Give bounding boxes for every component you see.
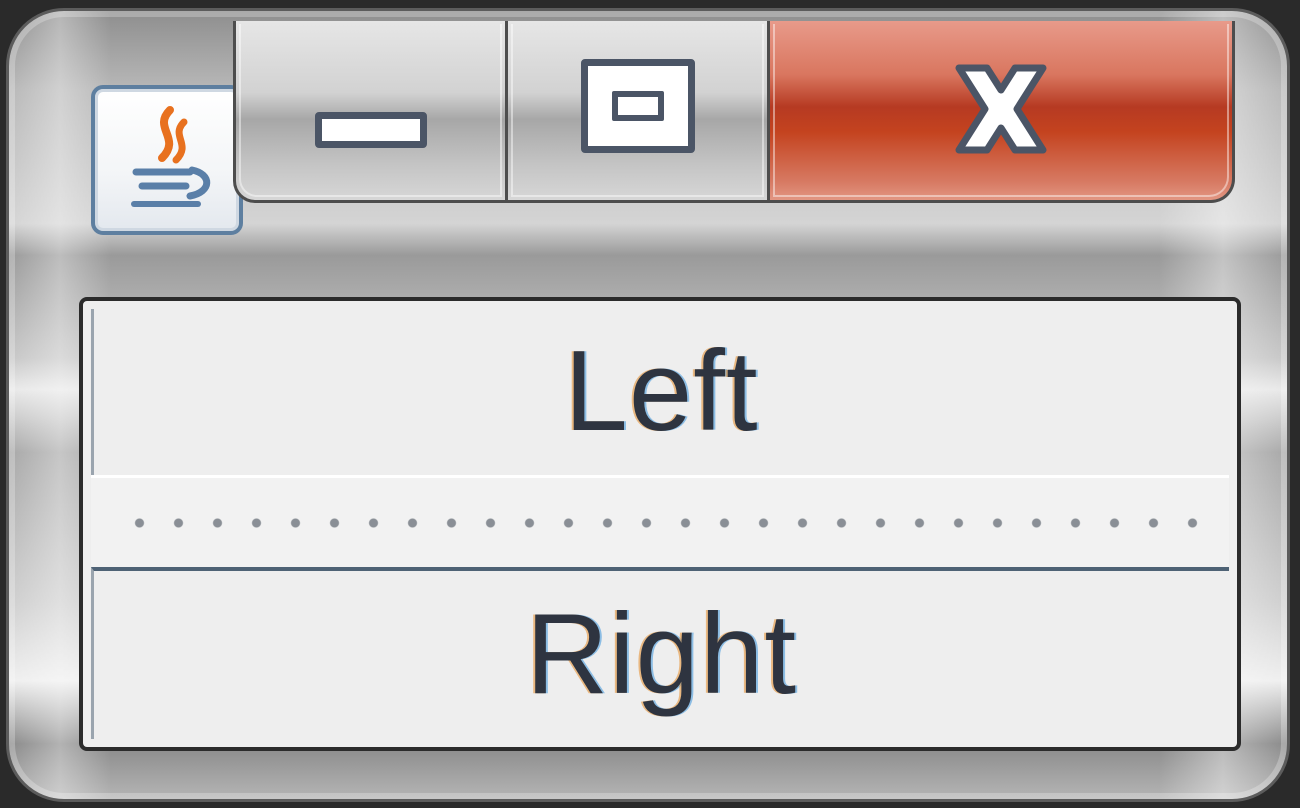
minimize-icon [314,111,427,148]
divider-grip-dots [120,509,1200,536]
maximize-button[interactable] [505,21,767,203]
bottom-pane-label: Right [525,591,798,718]
minimize-button[interactable] [233,21,505,203]
split-pane: Left Right [79,297,1241,751]
close-button[interactable] [767,21,1235,203]
java-logo-graphic [131,106,211,207]
java-coffee-cup-icon[interactable] [91,85,243,235]
caption-buttons [233,21,1235,203]
split-pane-divider[interactable] [91,475,1229,567]
top-pane-label: Left [564,328,759,455]
top-pane[interactable]: Left [91,309,1229,475]
application-window: Left Right [6,8,1290,802]
close-icon [955,64,1047,153]
bottom-pane[interactable]: Right [91,567,1229,739]
maximize-icon-inner [611,90,664,121]
maximize-icon [580,58,695,153]
